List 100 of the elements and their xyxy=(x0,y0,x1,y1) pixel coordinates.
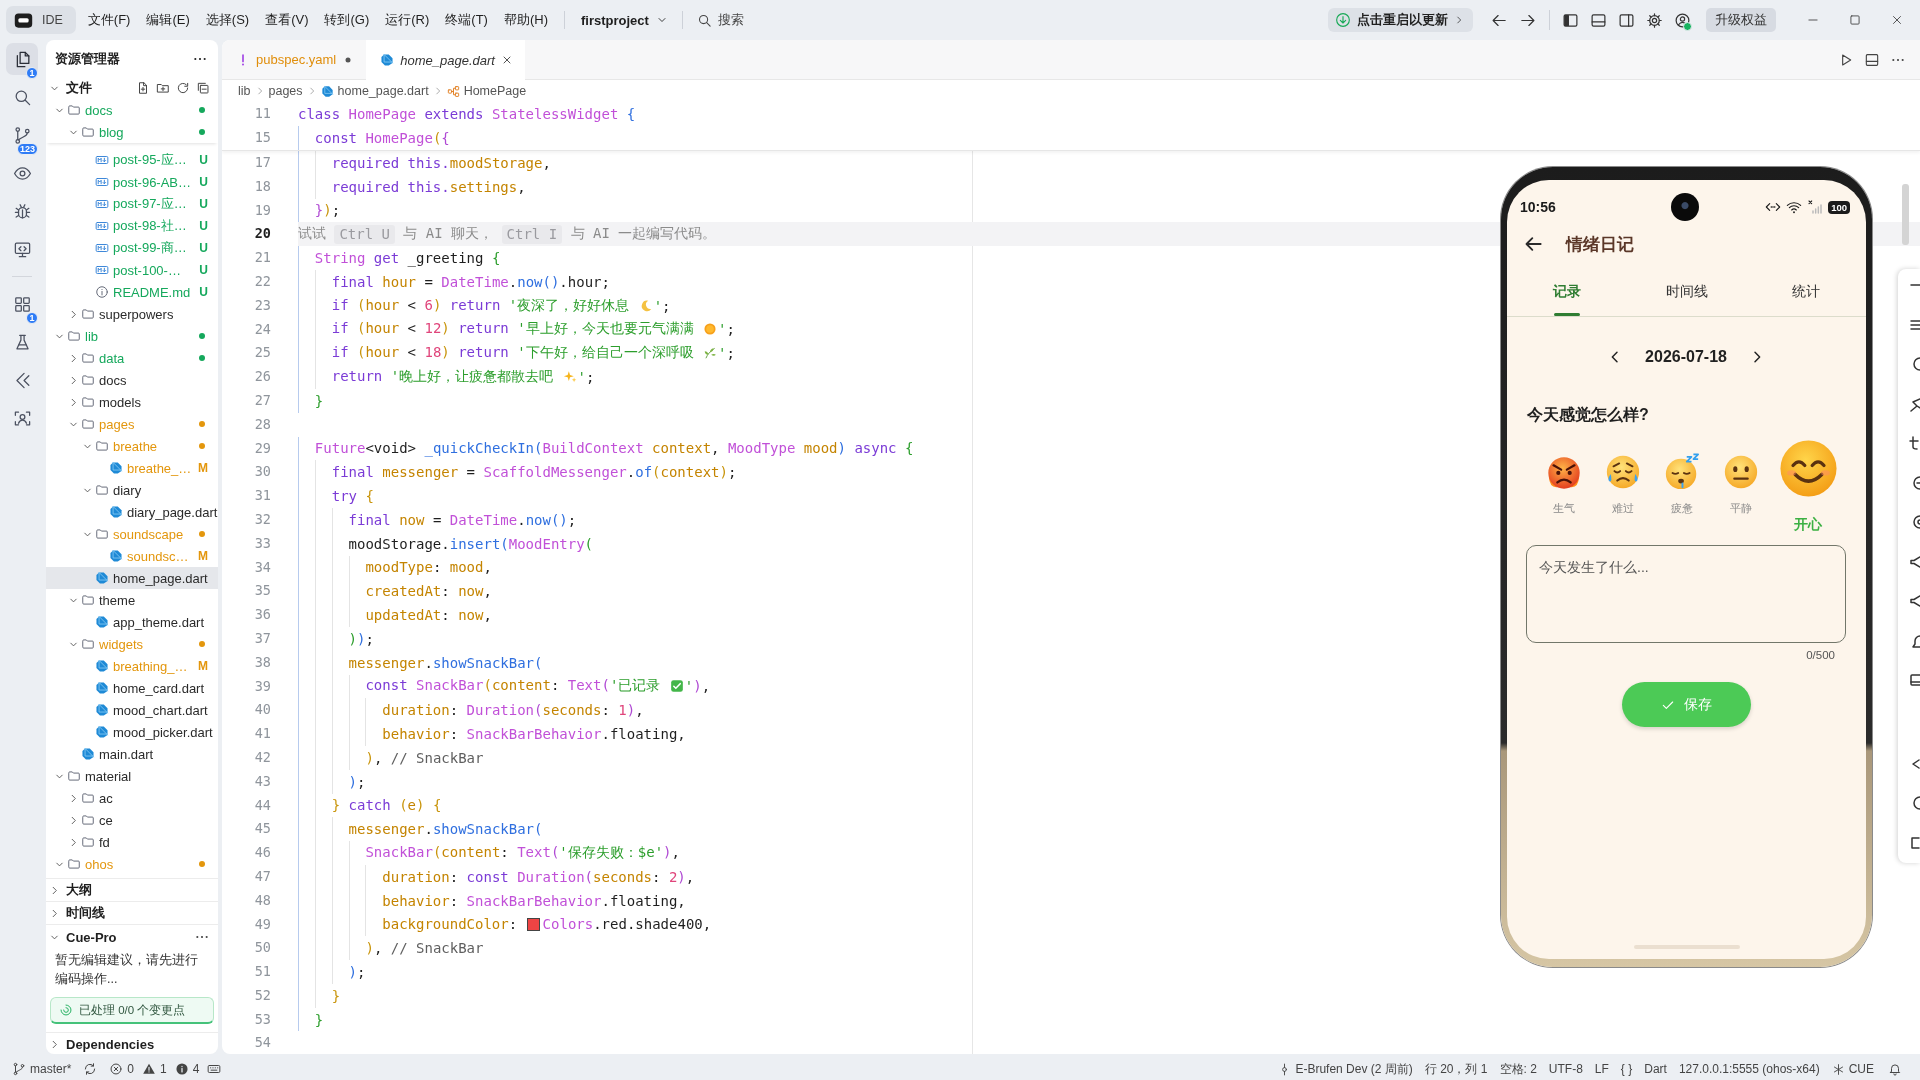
editor-tab[interactable]: home_page.dart xyxy=(366,40,525,80)
color-swatch-icon[interactable] xyxy=(526,917,540,931)
project-selector[interactable]: firstproject xyxy=(563,11,668,29)
status-item[interactable]: 行 20，列 1 xyxy=(1424,1060,1488,1078)
status-item[interactable]: 127.0.0.1:5555 (ohos-x64) xyxy=(1678,1062,1820,1076)
section-toggle[interactable]: Dependencies xyxy=(46,1033,210,1054)
keyboard-icon[interactable] xyxy=(207,1062,222,1076)
status-item[interactable]: UTF-8 xyxy=(1548,1062,1583,1076)
tree-item[interactable]: fd xyxy=(46,831,218,853)
breadcrumb-item[interactable]: HomePage xyxy=(446,84,527,98)
tree-item[interactable]: superpowers xyxy=(46,303,218,325)
tree-item[interactable]: mood_picker.dart xyxy=(46,721,218,743)
tab[interactable]: 统计 xyxy=(1746,254,1866,316)
code-text: } xyxy=(314,392,324,409)
note-input[interactable]: 今天发生了什么... xyxy=(1526,545,1846,643)
menu-item[interactable]: 终端(T) xyxy=(445,11,488,29)
app-menu-button[interactable]: IDE xyxy=(6,6,76,34)
section-toggle[interactable]: 文件 xyxy=(46,77,136,99)
collapse-all-icon[interactable] xyxy=(196,81,210,95)
breadcrumb-item[interactable]: pages xyxy=(268,84,303,98)
line-number: 54 xyxy=(253,1033,271,1053)
sync-icon[interactable] xyxy=(83,1062,98,1076)
sidebar-right-icon[interactable] xyxy=(1618,11,1635,29)
scrollbar-thumb[interactable] xyxy=(1902,184,1909,245)
status-item[interactable]: Dart xyxy=(1644,1062,1667,1076)
speaker-icon[interactable] xyxy=(1908,553,1920,570)
tree-item[interactable]: theme xyxy=(46,589,218,611)
sidebar-left-icon[interactable] xyxy=(1562,11,1579,29)
tab[interactable]: 记录 xyxy=(1507,254,1627,316)
bracket-icon[interactable] xyxy=(1908,834,1920,851)
code-text: class HomePage extends StatelessWidget { xyxy=(298,106,636,122)
section-toggle[interactable]: Cue-Pro xyxy=(46,925,194,949)
split-panel-icon[interactable] xyxy=(1864,51,1880,68)
problem-count[interactable]: 1 xyxy=(142,1062,167,1076)
pin-icon[interactable] xyxy=(1908,395,1920,412)
status-item[interactable]: { } xyxy=(1620,1062,1633,1076)
new-folder-icon[interactable] xyxy=(156,81,170,95)
tree-item[interactable]: ce xyxy=(46,809,218,831)
code-text: final messenger = ScaffoldMessenger.of(context); xyxy=(331,464,737,481)
status-item[interactable]: LF xyxy=(1594,1062,1609,1076)
breadcrumb-item[interactable]: home_page.dart xyxy=(320,84,429,98)
folder-icon xyxy=(67,329,81,343)
window-icon[interactable] xyxy=(1908,672,1920,688)
hint-text: 与 AI 聊天， xyxy=(403,225,494,244)
menu-item[interactable]: 文件(F) xyxy=(87,11,131,29)
bell-icon[interactable] xyxy=(1888,1062,1902,1076)
menu-item[interactable]: 查看(V) xyxy=(265,11,309,29)
update-button[interactable]: 点击重启以更新 xyxy=(1328,8,1473,32)
new-file-icon[interactable] xyxy=(136,81,150,95)
menu-item[interactable]: 帮助(H) xyxy=(503,11,548,29)
code-text: '), xyxy=(684,678,711,695)
wifi-icon xyxy=(1786,199,1803,215)
battery-indicator: 100 xyxy=(1828,200,1850,214)
close-icon[interactable] xyxy=(1890,13,1904,27)
markdown-file-icon xyxy=(95,175,109,189)
panel-bottom-icon[interactable] xyxy=(1590,11,1607,29)
section-toggle[interactable]: 时间线 xyxy=(46,902,210,924)
line-number: 33 xyxy=(253,533,271,553)
code-text: duration: const Duration(seconds: 2), xyxy=(382,868,695,885)
tree-item[interactable]: home_page.dart xyxy=(46,567,218,589)
menu-item[interactable]: 运行(R) xyxy=(385,11,430,29)
bug-icon xyxy=(12,201,32,221)
tree-item[interactable]: diary_page.dart xyxy=(46,501,218,523)
file-type-icon xyxy=(320,84,334,98)
tab[interactable]: 时间线 xyxy=(1626,254,1747,316)
tree-item[interactable]: mood_chart.dart xyxy=(46,699,218,721)
breadcrumb-item[interactable]: lib xyxy=(238,84,251,98)
status-item[interactable]: 空格: 2 xyxy=(1499,1060,1537,1078)
back-arrow-icon[interactable] xyxy=(1524,234,1544,254)
problem-count[interactable]: 4 xyxy=(174,1062,200,1076)
git-status-letter: U xyxy=(199,263,208,277)
menu-item[interactable]: 选择(S) xyxy=(205,11,250,29)
search-button[interactable]: 搜索 xyxy=(681,11,744,29)
refresh-icon[interactable] xyxy=(176,81,190,95)
swirl-icon xyxy=(59,1003,73,1017)
tree-item[interactable]: models xyxy=(46,391,218,413)
section-toggle[interactable]: 大纲 xyxy=(46,879,210,901)
hook-icon[interactable] xyxy=(1908,435,1920,451)
status-item[interactable]: E-Brufen Dev (2 周前) xyxy=(1278,1060,1413,1078)
tree-item[interactable]: home_card.dart xyxy=(46,677,218,699)
tree-item[interactable]: ac xyxy=(46,787,218,809)
tree-item[interactable]: main.dart xyxy=(46,743,218,765)
menu-item[interactable]: 转到(G) xyxy=(324,11,370,29)
problem-count[interactable]: 0 xyxy=(109,1062,135,1076)
tree-item[interactable]: app_theme.dart xyxy=(46,611,218,633)
tree-item[interactable]: docs xyxy=(46,369,218,391)
menu-item[interactable]: 编辑(E) xyxy=(146,11,190,29)
maximize-icon[interactable] xyxy=(1848,13,1862,27)
settings-icon[interactable] xyxy=(1646,11,1663,29)
upgrade-button[interactable]: 升级权益 xyxy=(1706,8,1776,32)
account-icon[interactable] xyxy=(1674,11,1691,29)
speaker-icon[interactable] xyxy=(1908,593,1920,609)
code-text: messenger.showSnackBar( xyxy=(348,821,543,838)
line-number: 26 xyxy=(253,367,271,387)
tree-item[interactable]: diary xyxy=(46,479,218,501)
branch-status[interactable]: master* xyxy=(12,1062,72,1076)
git-status-letter: M xyxy=(198,659,208,673)
line-number: 32 xyxy=(253,509,271,529)
tree-item[interactable]: material xyxy=(46,765,218,787)
status-item[interactable]: CUE xyxy=(1831,1062,1874,1076)
